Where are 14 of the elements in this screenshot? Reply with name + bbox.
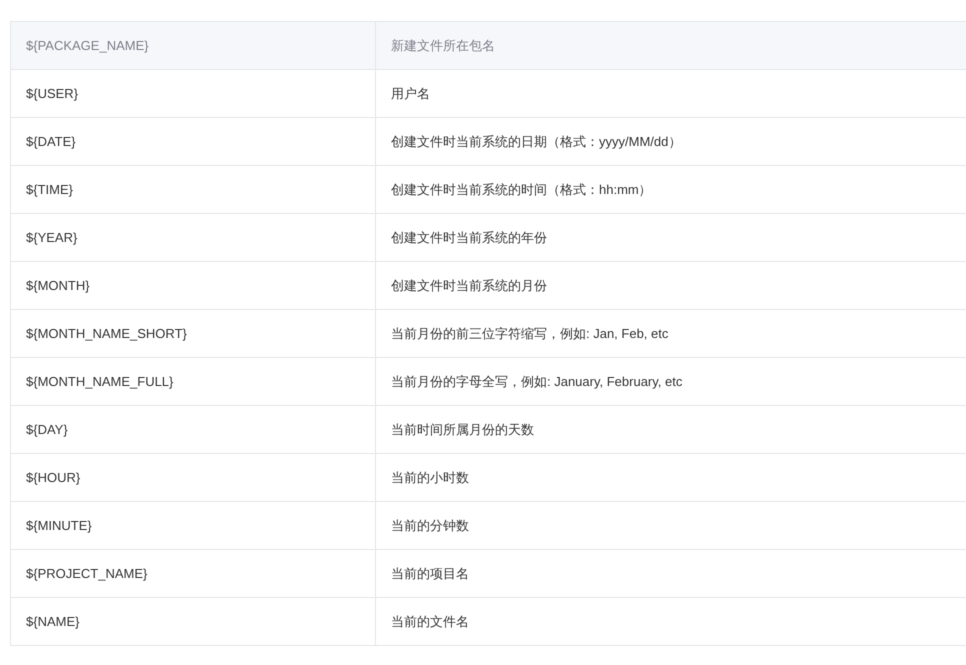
header-cell: ${PACKAGE_NAME} [10,22,376,70]
table-cell: ${YEAR} [10,214,376,262]
table-cell: ${MINUTE} [10,502,376,550]
table-cell: ${TIME} [10,166,376,214]
table-cell: ${USER} [10,70,376,118]
table-cell: ${DATE} [10,118,376,166]
table-cell: ${MONTH_NAME_SHORT} [10,310,376,358]
table-cell: ${PROJECT_NAME} [10,550,376,598]
table-cell: ${NAME} [10,598,376,646]
table-cell: ${HOUR} [10,454,376,502]
table-cell: ${MONTH} [10,262,376,310]
header-cell: 新建文件所在包名 [376,22,966,70]
table-cell: ${MONTH_NAME_FULL} [10,358,376,406]
table-cell: ${DAY} [10,406,376,454]
